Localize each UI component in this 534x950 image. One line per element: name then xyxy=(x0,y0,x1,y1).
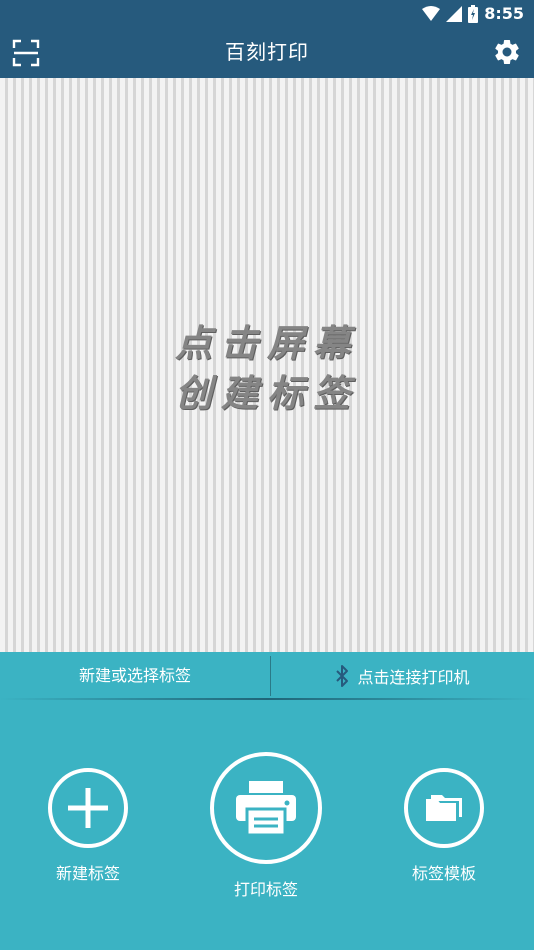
plus-icon xyxy=(68,788,108,828)
mid-bar: 新建或选择标签 点击连接打印机 xyxy=(0,652,534,699)
mid-separator-line xyxy=(0,698,534,700)
bluetooth-icon xyxy=(336,664,349,687)
new-label-text: 新建标签 xyxy=(55,864,120,883)
label-template-button[interactable]: 标签模板 xyxy=(396,768,492,884)
print-label-button[interactable]: 打印标签 xyxy=(206,752,326,900)
app-bar: 百刻打印 xyxy=(0,27,534,78)
gear-icon xyxy=(495,39,519,64)
page-title: 百刻打印 xyxy=(225,40,309,64)
settings-button[interactable] xyxy=(492,37,522,67)
label-template-text: 标签模板 xyxy=(411,864,476,883)
print-label-circle[interactable] xyxy=(210,752,322,864)
hint-line-1: 点击屏幕 xyxy=(175,321,359,365)
new-label-circle[interactable] xyxy=(48,768,128,848)
wifi-icon xyxy=(422,5,441,21)
label-canvas[interactable]: 点击屏幕 创建标签 xyxy=(0,78,534,652)
label-template-circle[interactable] xyxy=(404,768,484,848)
connect-printer-button[interactable]: 点击连接打印机 xyxy=(271,652,534,699)
print-label-text: 打印标签 xyxy=(233,880,298,899)
hint-line-2: 创建标签 xyxy=(175,371,359,415)
select-label-button[interactable]: 新建或选择标签 xyxy=(0,652,270,699)
status-icons: 8:55 xyxy=(422,4,524,23)
status-time: 8:55 xyxy=(484,4,524,23)
canvas-hint: 点击屏幕 创建标签 xyxy=(0,318,534,418)
new-label-button[interactable]: 新建标签 xyxy=(40,768,136,884)
signal-icon xyxy=(446,5,463,22)
connect-printer-label: 点击连接打印机 xyxy=(357,667,470,687)
status-bar: 8:55 xyxy=(0,0,534,27)
printer-icon xyxy=(236,781,296,837)
folders-icon xyxy=(426,795,462,821)
battery-icon xyxy=(468,4,479,23)
